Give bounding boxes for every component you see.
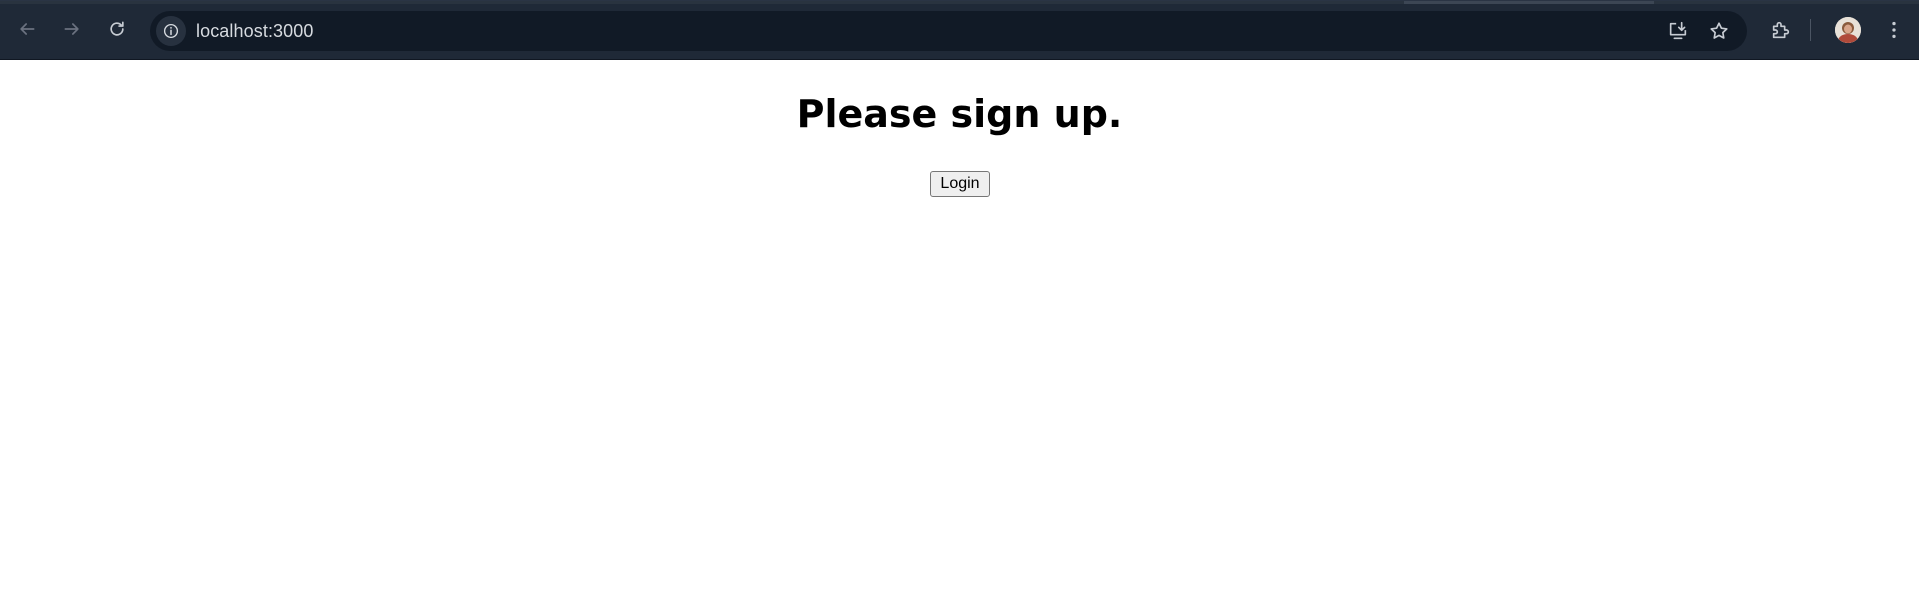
- reload-icon: [110, 21, 124, 36]
- forward-arrow-icon: [64, 23, 79, 35]
- back-button[interactable]: [12, 14, 42, 44]
- star-icon: [1710, 22, 1728, 39]
- profile-picture: [1835, 17, 1861, 43]
- extensions-puzzle-icon: [1772, 21, 1790, 39]
- extensions-button[interactable]: [1767, 16, 1795, 44]
- page-title: Please sign up.: [796, 92, 1123, 136]
- page-content: Please sign up. Login: [0, 60, 1919, 613]
- tab-strip-highlight: [1404, 1, 1654, 4]
- address-bar[interactable]: localhost:3000: [150, 11, 1747, 51]
- site-info-button[interactable]: [156, 16, 186, 46]
- forward-button[interactable]: [57, 14, 87, 44]
- url-text[interactable]: localhost:3000: [196, 11, 314, 51]
- install-app-button[interactable]: [1666, 19, 1690, 43]
- install-app-icon: [1669, 21, 1687, 40]
- back-arrow-icon: [20, 23, 35, 35]
- browser-menu-button[interactable]: [1880, 16, 1908, 44]
- kebab-menu-icon: [1892, 21, 1896, 39]
- reload-button[interactable]: [102, 14, 132, 44]
- toolbar-divider: [1810, 19, 1811, 41]
- profile-avatar[interactable]: [1835, 17, 1861, 43]
- login-button[interactable]: Login: [930, 171, 990, 197]
- bookmark-button[interactable]: [1707, 19, 1731, 43]
- info-icon: [163, 23, 179, 39]
- browser-toolbar: localhost:3000: [0, 0, 1919, 60]
